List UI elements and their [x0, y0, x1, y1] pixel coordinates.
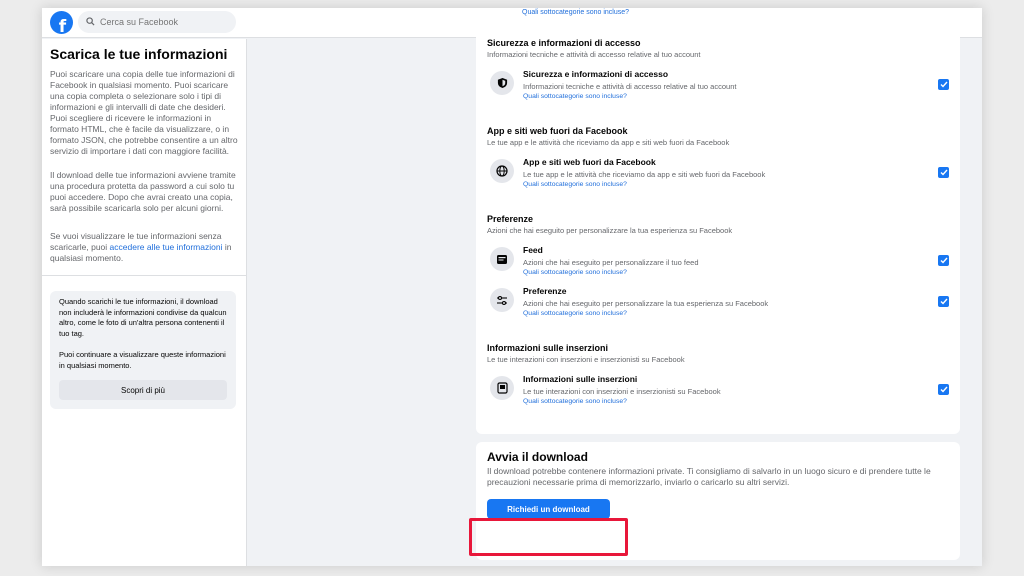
item-description: Informazioni tecniche e attività di acce…: [523, 82, 737, 91]
subcategories-link[interactable]: Quali sottocategorie sono incluse?: [523, 310, 627, 317]
view-info-paragraph: Se vuoi visualizzare le tue informazioni…: [50, 231, 232, 263]
left-sidebar: Scarica le tue informazioni Puoi scarica…: [42, 39, 247, 566]
subcategories-link[interactable]: Quali sottocategorie sono incluse?: [523, 269, 627, 276]
search-box[interactable]: [78, 11, 236, 33]
item-description: Azioni che hai eseguito per personalizza…: [523, 299, 769, 308]
info-box-text-2: Puoi continuare a visualizzare queste in…: [59, 350, 226, 370]
search-icon: [86, 13, 95, 31]
section-subtitle: Le tue interazioni con inserzioni e inse…: [487, 355, 685, 364]
subcategories-link[interactable]: Quali sottocategorie sono incluse?: [522, 9, 629, 16]
divider: [42, 275, 247, 276]
categories-panel: Quali sottocategorie sono incluse? Sicur…: [476, 8, 960, 434]
section-title: Informazioni sulle inserzioni: [487, 343, 609, 353]
item-title: Informazioni sulle inserzioni: [523, 374, 638, 384]
learn-more-button[interactable]: Scopri di più: [59, 380, 227, 400]
access-info-link[interactable]: accedere alle tue informazioni: [110, 242, 223, 252]
search-input[interactable]: [100, 17, 220, 27]
section-title: Preferenze: [487, 214, 534, 224]
ads-icon: [490, 376, 514, 400]
highlight-box: [469, 518, 628, 556]
section-subtitle: Azioni che hai eseguito per personalizza…: [487, 226, 733, 235]
checkbox-ads[interactable]: [938, 384, 949, 395]
item-description: Le tue app e le attività che riceviamo d…: [523, 170, 766, 179]
checkbox-feed[interactable]: [938, 255, 949, 266]
browser-frame: f Scarica le tue informazioni Puoi scari…: [42, 8, 982, 566]
section-subtitle: Le tue app e le attività che riceviamo d…: [487, 138, 730, 147]
download-title: Avvia il download: [487, 450, 588, 464]
section-subtitle: Informazioni tecniche e attività di acce…: [487, 50, 701, 59]
subcategories-link[interactable]: Quali sottocategorie sono incluse?: [523, 181, 627, 188]
item-title: Preferenze: [523, 286, 567, 296]
section-title: App e siti web fuori da Facebook: [487, 126, 628, 136]
sliders-icon: [490, 288, 514, 312]
info-box: Quando scarichi le tue informazioni, il …: [50, 291, 236, 409]
item-title: Sicurezza e informazioni di accesso: [523, 69, 669, 79]
facebook-logo[interactable]: f: [50, 11, 73, 34]
subcategories-link[interactable]: Quali sottocategorie sono incluse?: [523, 93, 627, 100]
checkbox-preferences[interactable]: [938, 296, 949, 307]
feed-icon: [490, 247, 514, 271]
info-box-text: Quando scarichi le tue informazioni, il …: [59, 297, 227, 338]
request-download-button[interactable]: Richiedi un download: [487, 499, 610, 519]
password-paragraph: Il download delle tue informazioni avvie…: [50, 170, 236, 213]
intro-paragraph: Puoi scaricare una copia delle tue infor…: [50, 69, 238, 156]
item-description: Azioni che hai eseguito per personalizza…: [523, 258, 699, 267]
globe-icon: [490, 159, 514, 183]
item-title: Feed: [523, 245, 543, 255]
page-title: Scarica le tue informazioni: [50, 46, 228, 62]
shield-icon: [490, 71, 514, 95]
item-description: Le tue interazioni con inserzioni e inse…: [523, 387, 721, 396]
item-title: App e siti web fuori da Facebook: [523, 157, 656, 167]
checkbox-offsite-apps[interactable]: [938, 167, 949, 178]
subcategories-link[interactable]: Quali sottocategorie sono incluse?: [523, 398, 627, 405]
download-description: Il download potrebbe contenere informazi…: [487, 466, 931, 487]
section-title: Sicurezza e informazioni di accesso: [487, 38, 641, 48]
checkbox-security[interactable]: [938, 79, 949, 90]
